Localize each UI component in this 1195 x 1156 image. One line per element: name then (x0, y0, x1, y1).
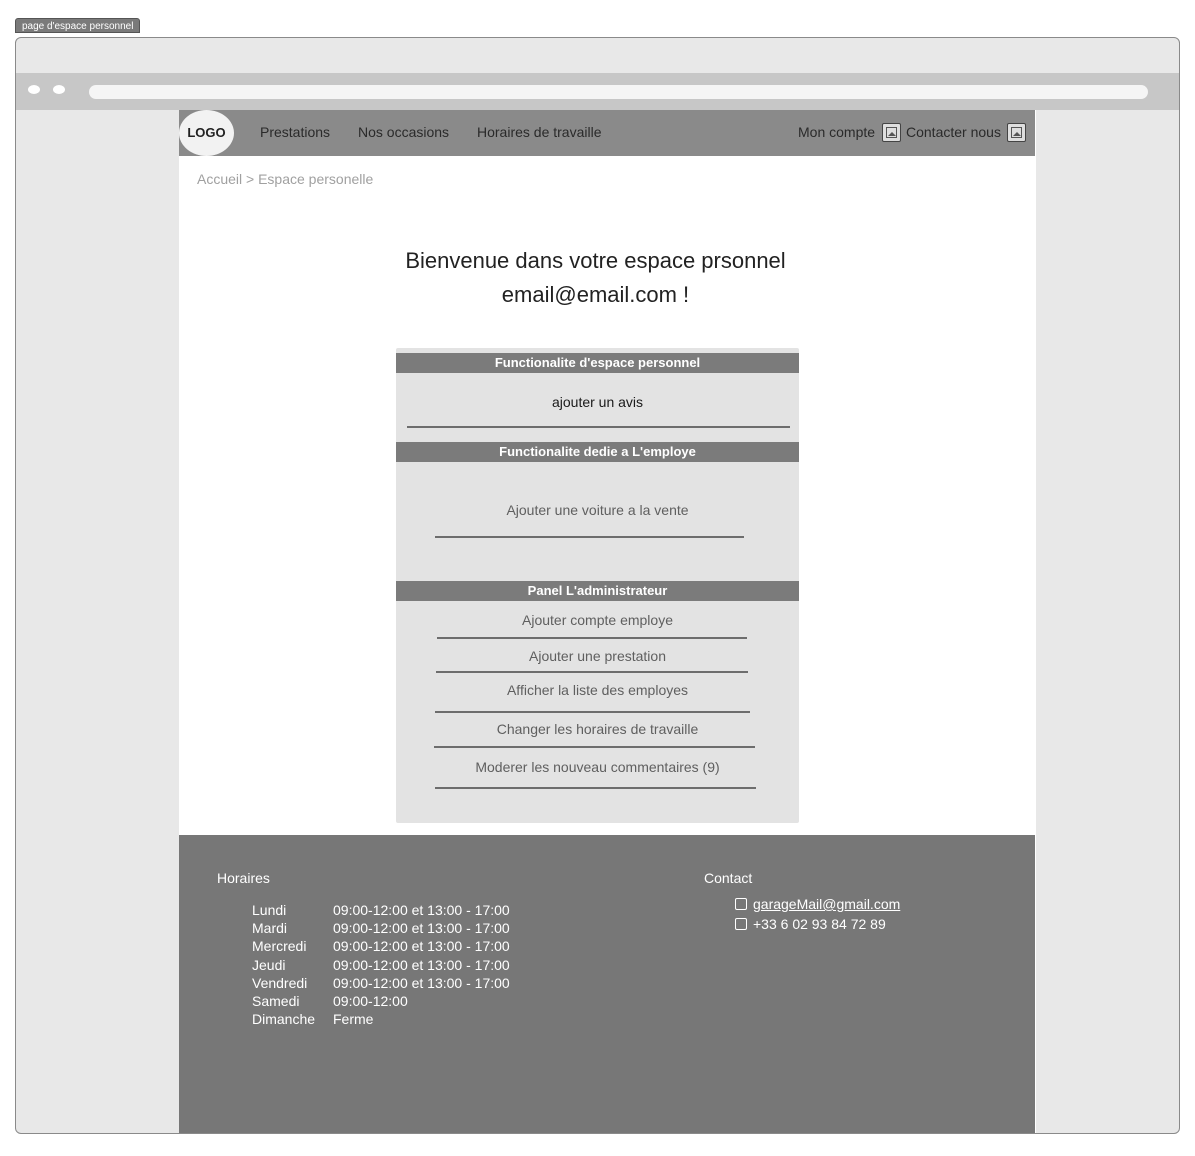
hours-row: Mardi 09:00-12:00 et 13:00 - 17:00 (252, 919, 510, 937)
functions-panel: Functionalite d'espace personnel ajouter… (396, 348, 799, 823)
email-icon (735, 898, 747, 910)
browser-toolbar (16, 73, 1179, 110)
footer-hours-title: Horaires (217, 870, 270, 886)
nav-link-occasions[interactable]: Nos occasions (358, 124, 449, 140)
divider (435, 536, 744, 538)
action-ajouter-avis[interactable]: ajouter un avis (396, 394, 799, 410)
time-label: 09:00-12:00 et 13:00 - 17:00 (333, 974, 510, 991)
day-label: Mercredi (252, 938, 307, 955)
window-dot-icon (28, 85, 40, 94)
day-label: Lundi (252, 902, 287, 918)
address-bar[interactable] (89, 85, 1148, 99)
action-changer-horaires[interactable]: Changer les horaires de travaille (396, 721, 799, 737)
time-label: 09:00-12:00 et 13:00 - 17:00 (333, 920, 510, 937)
top-navbar: LOGO Prestations Nos occasions Horaires … (179, 110, 1035, 156)
divider (434, 746, 755, 748)
breadcrumb[interactable]: Accueil > Espace personelle (197, 171, 373, 187)
nav-link-contacter[interactable]: Contacter nous (906, 124, 1001, 140)
divider (407, 426, 790, 428)
action-moderer-commentaires[interactable]: Moderer les nouveau commentaires (9) (396, 759, 799, 775)
day-label: Vendredi (252, 974, 308, 991)
hours-row: Lundi 09:00-12:00 et 13:00 - 17:00 (252, 901, 510, 919)
nav-link-horaires[interactable]: Horaires de travaille (477, 124, 602, 140)
time-label: Ferme (333, 1011, 374, 1028)
divider (435, 787, 756, 789)
welcome-title: Bienvenue dans votre espace prsonnel (405, 248, 786, 273)
action-ajouter-prestation[interactable]: Ajouter une prestation (396, 648, 799, 664)
nav-link-prestations[interactable]: Prestations (260, 124, 330, 140)
page-content: LOGO Prestations Nos occasions Horaires … (179, 110, 1036, 1133)
account-image-icon[interactable] (882, 123, 901, 142)
nav-link-mon-compte[interactable]: Mon compte (798, 124, 875, 140)
day-label: Samedi (252, 993, 300, 1010)
hours-row: Vendredi 09:00-12:00 et 13:00 - 17:00 (252, 974, 510, 992)
footer-contact-title: Contact (704, 870, 753, 886)
hours-row: Dimanche Ferme (252, 1010, 510, 1028)
time-label: 09:00-12:00 et 13:00 - 17:00 (333, 938, 510, 955)
day-label: Jeudi (252, 956, 286, 973)
phone-icon (735, 918, 747, 930)
action-liste-employes[interactable]: Afficher la liste des employes (396, 682, 799, 698)
day-label: Mardi (252, 920, 288, 937)
action-ajouter-compte-employe[interactable]: Ajouter compte employe (396, 612, 799, 628)
frame-label: page d'espace personnel (15, 18, 141, 33)
window-dot-icon (53, 85, 65, 94)
contact-image-icon[interactable] (1007, 123, 1026, 142)
phone-number: +33 6 02 93 84 72 89 (753, 916, 886, 932)
hours-row: Samedi 09:00-12:00 (252, 992, 510, 1010)
day-label: Dimanche (252, 1011, 316, 1028)
contact-email-row[interactable]: garageMail@gmail.com (735, 896, 900, 912)
contact-phone-row: +33 6 02 93 84 72 89 (735, 916, 886, 932)
time-label: 09:00-12:00 et 13:00 - 17:00 (333, 902, 510, 918)
hours-table: Lundi 09:00-12:00 et 13:00 - 17:00 Mardi 0… (252, 901, 510, 1028)
time-label: 09:00-12:00 et 13:00 - 17:00 (333, 956, 510, 973)
footer: Horaires Lundi 09:00-12:00 et 13:00 - 17:… (179, 835, 1035, 1133)
divider (437, 637, 747, 639)
section-header-personal: Functionalite d'espace personnel (396, 353, 799, 373)
section-header-admin: Panel L'administrateur (396, 581, 799, 601)
section-header-employe: Functionalite dedie a L'employe (396, 442, 799, 462)
browser-window: LOGO Prestations Nos occasions Horaires … (15, 37, 1180, 1134)
hours-row: Mercredi 09:00-12:00 et 13:00 - 17:00 (252, 937, 510, 955)
divider (436, 671, 748, 673)
logo[interactable]: LOGO (179, 110, 234, 156)
action-ajouter-voiture[interactable]: Ajouter une voiture a la vente (396, 502, 799, 518)
time-label: 09:00-12:00 (333, 993, 408, 1010)
hours-row: Jeudi 09:00-12:00 et 13:00 - 17:00 (252, 956, 510, 974)
divider (435, 711, 750, 713)
welcome-email: email@email.com ! (501, 282, 690, 307)
email-link[interactable]: garageMail@gmail.com (753, 896, 900, 912)
